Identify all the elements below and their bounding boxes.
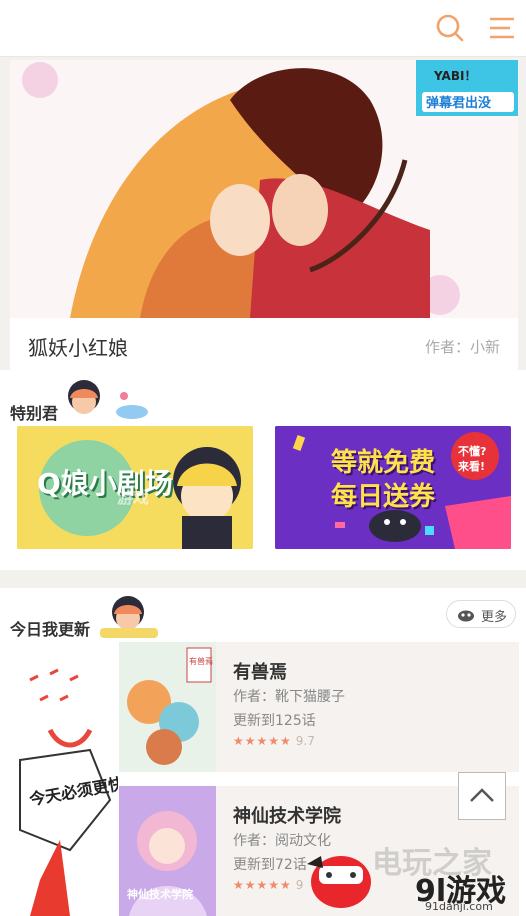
- more-button[interactable]: 更多: [446, 600, 516, 628]
- search-icon[interactable]: [434, 12, 466, 44]
- promo-coupon-line1: 等就免费: [331, 448, 436, 478]
- comic-cover[interactable]: 神仙技术学院: [119, 786, 216, 916]
- promo-coupon-tag2: 来看!: [458, 460, 486, 473]
- chevron-up-icon: [470, 788, 494, 802]
- comic-rating: ★★★★★ 9.7: [233, 734, 315, 748]
- rating-score: 9.7: [295, 734, 315, 748]
- top-bar: [0, 0, 526, 57]
- promo-coupon-line2: 每日送券: [331, 482, 436, 512]
- promo-q-watermark: 游戏: [117, 488, 150, 507]
- rating-stars-icon: ★★★★★: [233, 878, 292, 892]
- today-mascot-icon: [100, 596, 158, 638]
- watermark-url: 91danji.com: [425, 900, 493, 913]
- comic-cover[interactable]: 有兽焉: [119, 642, 216, 772]
- back-to-top-button[interactable]: [458, 772, 506, 820]
- more-label: 更多: [481, 610, 508, 625]
- banner-title[interactable]: 狐妖小红娘: [28, 332, 128, 361]
- special-mascot-icon: [68, 380, 148, 419]
- more-icon: [458, 610, 474, 622]
- comic-cover-text: 有兽焉: [189, 656, 213, 666]
- comic-card[interactable]: 有兽焉 有兽焉 作者：靴下猫腰子 更新到125话 ★★★★★ 9.7: [119, 642, 519, 772]
- special-title: 特别君: [10, 404, 59, 423]
- comic-title[interactable]: 有兽焉: [233, 658, 287, 684]
- gamepad-logo-icon: [307, 856, 371, 908]
- comic-update: 更新到72话: [233, 857, 307, 873]
- promo-daily-coupon[interactable]: 等就免费 每日送券 不懂? 来看!: [275, 426, 511, 549]
- comic-author: 作者：靴下猫腰子: [233, 689, 345, 705]
- comic-update: 更新到125话: [233, 713, 316, 729]
- today-title: 今日我更新: [10, 620, 91, 639]
- featured-banner[interactable]: YABI！ 弹幕君出没 狐妖小红娘 作者：小新: [10, 60, 518, 370]
- rating-stars-icon: ★★★★★: [233, 734, 292, 748]
- badge-top: YABI！: [433, 69, 476, 83]
- menu-icon[interactable]: [486, 12, 518, 44]
- rating-score: 9: [295, 878, 304, 892]
- promo-q-girl-theater[interactable]: Q娘小剧场 游戏: [17, 426, 253, 549]
- banner-illustration: YABI！ 弹幕君出没: [10, 60, 518, 318]
- comic-rating: ★★★★★ 9: [233, 878, 303, 892]
- comic-title[interactable]: 神仙技术学院: [233, 802, 341, 828]
- promo-coupon-tag1: 不懂?: [458, 445, 487, 458]
- promo-q-text: Q娘小剧场: [37, 467, 173, 500]
- side-decoration: 今天必须更快画: [0, 650, 118, 916]
- banner-author: 作者：小新: [424, 338, 500, 356]
- badge-bottom: 弹幕君出没: [426, 95, 492, 111]
- watermark: 9l游戏 91danji.com: [305, 836, 526, 916]
- comic-cover-text: 神仙技术学院: [127, 887, 193, 901]
